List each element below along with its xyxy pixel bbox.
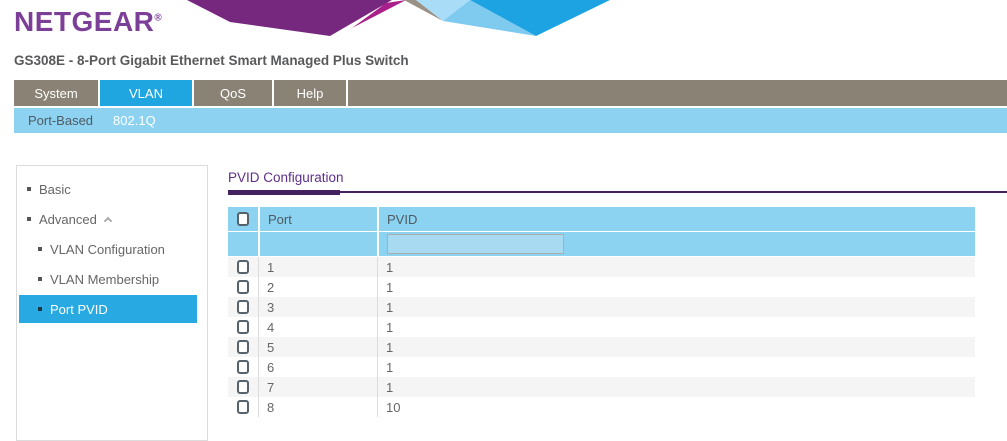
sidebar-item-vlan-configuration[interactable]: VLAN Configuration — [17, 234, 207, 264]
title-underline — [228, 190, 1007, 198]
table-row: 7 1 — [228, 377, 975, 397]
subnav-item-port-based[interactable]: Port-Based — [14, 113, 107, 128]
column-header-port: Port — [258, 207, 377, 231]
sidebar-item-label: Basic — [39, 182, 71, 197]
pvid-cell: 1 — [377, 357, 975, 377]
bullet-icon — [27, 187, 31, 191]
table-filter-row — [228, 232, 975, 257]
nav-tab-vlan[interactable]: VLAN — [100, 80, 194, 106]
pvid-cell: 1 — [377, 257, 975, 277]
table-row: 1 1 — [228, 257, 975, 277]
table-row: 4 1 — [228, 317, 975, 337]
port-cell: 1 — [258, 257, 377, 277]
pvid-cell: 1 — [377, 317, 975, 337]
column-header-pvid: PVID — [377, 207, 975, 231]
table-row: 5 1 — [228, 337, 975, 357]
port-cell: 8 — [258, 397, 377, 417]
row-checkbox[interactable] — [237, 320, 249, 334]
bullet-icon — [27, 217, 31, 221]
pvid-filter-input[interactable] — [387, 234, 564, 254]
sidebar: Basic Advanced VLAN Configuration VLAN M… — [16, 165, 208, 441]
port-cell: 7 — [258, 377, 377, 397]
table-row: 2 1 — [228, 277, 975, 297]
sidebar-item-label: VLAN Configuration — [50, 242, 165, 257]
port-cell: 5 — [258, 337, 377, 357]
sidebar-item-basic[interactable]: Basic — [17, 174, 207, 204]
row-checkbox[interactable] — [237, 340, 249, 354]
nav-tab-help[interactable]: Help — [274, 80, 348, 106]
banner-graphic — [187, 0, 613, 37]
pvid-cell: 1 — [377, 337, 975, 357]
table-header-row: Port PVID — [228, 207, 975, 232]
main-nav: System VLAN QoS Help — [14, 80, 1007, 106]
port-cell: 2 — [258, 277, 377, 297]
row-checkbox[interactable] — [237, 260, 249, 274]
caret-up-icon — [104, 217, 112, 225]
page-title: PVID Configuration — [228, 170, 1007, 185]
table-row: 6 1 — [228, 357, 975, 377]
pvid-table: Port PVID 1 1 2 1 3 1 4 1 — [228, 207, 975, 417]
sidebar-item-vlan-membership[interactable]: VLAN Membership — [17, 264, 207, 294]
subnav-item-8021q[interactable]: 802.1Q — [107, 113, 170, 128]
sidebar-item-advanced[interactable]: Advanced — [17, 204, 207, 234]
row-checkbox[interactable] — [237, 300, 249, 314]
nav-tab-qos[interactable]: QoS — [194, 80, 274, 106]
bullet-icon — [38, 277, 42, 281]
pvid-cell: 1 — [377, 297, 975, 317]
bullet-icon — [38, 247, 42, 251]
sidebar-item-port-pvid[interactable]: Port PVID — [19, 295, 197, 323]
row-checkbox[interactable] — [237, 400, 249, 414]
port-cell: 4 — [258, 317, 377, 337]
sidebar-item-label: Advanced — [39, 212, 97, 227]
pvid-cell: 1 — [377, 377, 975, 397]
table-row: 8 10 — [228, 397, 975, 417]
row-checkbox[interactable] — [237, 360, 249, 374]
device-title: GS308E - 8-Port Gigabit Ethernet Smart M… — [14, 53, 409, 68]
select-all-checkbox[interactable] — [237, 212, 249, 226]
sidebar-item-label: Port PVID — [50, 302, 108, 317]
registered-mark: ® — [154, 13, 162, 24]
port-cell: 6 — [258, 357, 377, 377]
main-content: PVID Configuration Port PVID 1 1 2 1 3 — [228, 170, 1007, 417]
bullet-icon — [38, 307, 42, 311]
row-checkbox[interactable] — [237, 380, 249, 394]
netgear-logo: NETGEAR® — [14, 6, 162, 38]
sub-nav: Port-Based 802.1Q — [14, 108, 1007, 133]
row-checkbox[interactable] — [237, 280, 249, 294]
port-cell: 3 — [258, 297, 377, 317]
sidebar-item-label: VLAN Membership — [50, 272, 159, 287]
pvid-cell: 10 — [377, 397, 975, 417]
table-row: 3 1 — [228, 297, 975, 317]
pvid-cell: 1 — [377, 277, 975, 297]
nav-tab-system[interactable]: System — [14, 80, 100, 106]
